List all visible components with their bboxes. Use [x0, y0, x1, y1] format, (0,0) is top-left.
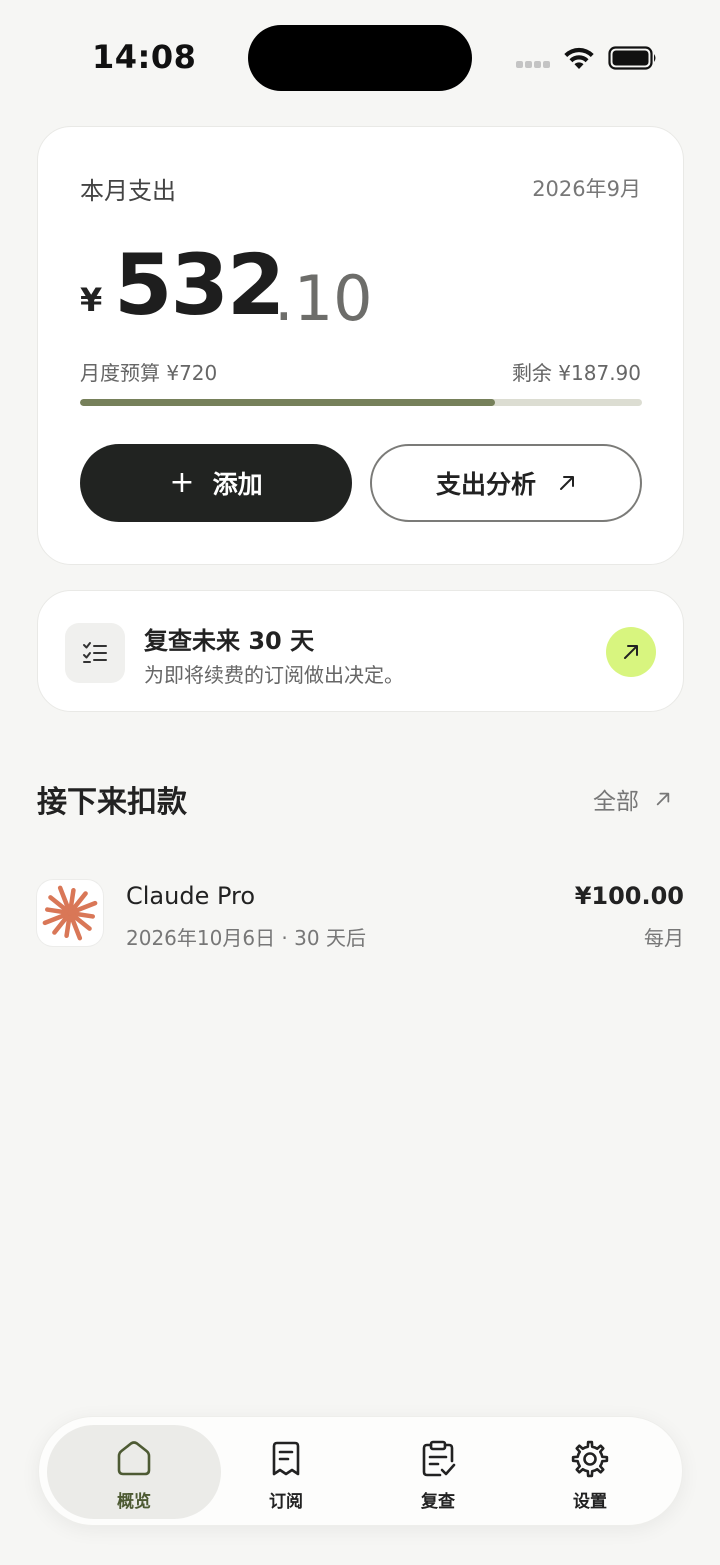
analysis-button-label: 支出分析 — [435, 470, 536, 499]
clipboard-check-icon — [422, 1440, 456, 1477]
tab-settings[interactable]: 设置 — [503, 1425, 677, 1519]
spending-summary-card: 本月支出 2026年9月 ¥ 532 .10 月度预算 ¥720 剩余 ¥187… — [37, 126, 684, 565]
home-icon — [117, 1441, 151, 1476]
arrow-up-right-icon — [558, 474, 576, 492]
status-bar: 14:08 — [0, 0, 720, 116]
see-all-link[interactable]: 全部 — [593, 782, 671, 816]
add-button-label: 添加 — [212, 470, 263, 499]
add-expense-button[interactable]: + 添加 — [80, 444, 352, 522]
tab-subscriptions[interactable]: 订阅 — [199, 1425, 373, 1519]
currency-symbol: ¥ — [80, 281, 103, 319]
plus-icon: + — [169, 465, 195, 500]
checklist-icon — [65, 623, 125, 683]
tab-label: 概览 — [117, 1492, 151, 1512]
tab-overview[interactable]: 概览 — [47, 1425, 221, 1519]
subscription-cycle: 每月 — [644, 926, 684, 950]
cellular-signal-icon — [516, 61, 552, 71]
tab-review[interactable]: 复查 — [351, 1425, 525, 1519]
wifi-icon — [564, 47, 594, 69]
amount-integer: 532 — [114, 236, 285, 334]
tab-label: 订阅 — [269, 1492, 303, 1512]
budget-progress-bar — [80, 399, 642, 406]
review-open-button[interactable] — [606, 627, 656, 677]
amount-decimal: .10 — [274, 262, 373, 335]
battery-icon — [608, 46, 656, 70]
summary-title: 本月支出 — [80, 177, 176, 205]
budget-progress-fill — [80, 399, 496, 406]
claude-sunburst-icon — [37, 880, 103, 946]
review-subtitle: 为即将续费的订阅做出决定。 — [144, 663, 404, 687]
subscription-row[interactable]: Claude Pro 2026年10月6日 · 30 天后 ¥100.00 每月 — [37, 880, 684, 950]
gear-icon — [571, 1440, 609, 1478]
remaining-budget: 剩余 ¥187.90 — [511, 361, 641, 385]
bottom-tab-bar: 概览 订阅 复查 设置 — [38, 1416, 683, 1526]
spending-analysis-button[interactable]: 支出分析 — [370, 444, 642, 522]
tab-label: 设置 — [573, 1492, 607, 1512]
review-upcoming-card[interactable]: 复查未来 30 天 为即将续费的订阅做出决定。 — [37, 590, 684, 712]
arrow-up-right-icon — [624, 645, 638, 659]
see-all-label: 全部 — [593, 789, 639, 815]
subscription-name: Claude Pro — [126, 882, 256, 910]
upcoming-section-title: 接下来扣款 — [37, 785, 187, 820]
monthly-budget: 月度预算 ¥720 — [80, 361, 218, 385]
arrow-up-right-icon — [655, 791, 671, 807]
subscription-price: ¥100.00 — [574, 882, 684, 910]
tab-label: 复查 — [421, 1492, 455, 1512]
status-time: 14:08 — [92, 38, 197, 76]
review-title: 复查未来 30 天 — [144, 627, 315, 655]
summary-month: 2026年9月 — [532, 177, 641, 201]
subscription-date: 2026年10月6日 · 30 天后 — [126, 926, 366, 950]
dynamic-island — [248, 25, 472, 91]
receipt-icon — [272, 1441, 300, 1476]
